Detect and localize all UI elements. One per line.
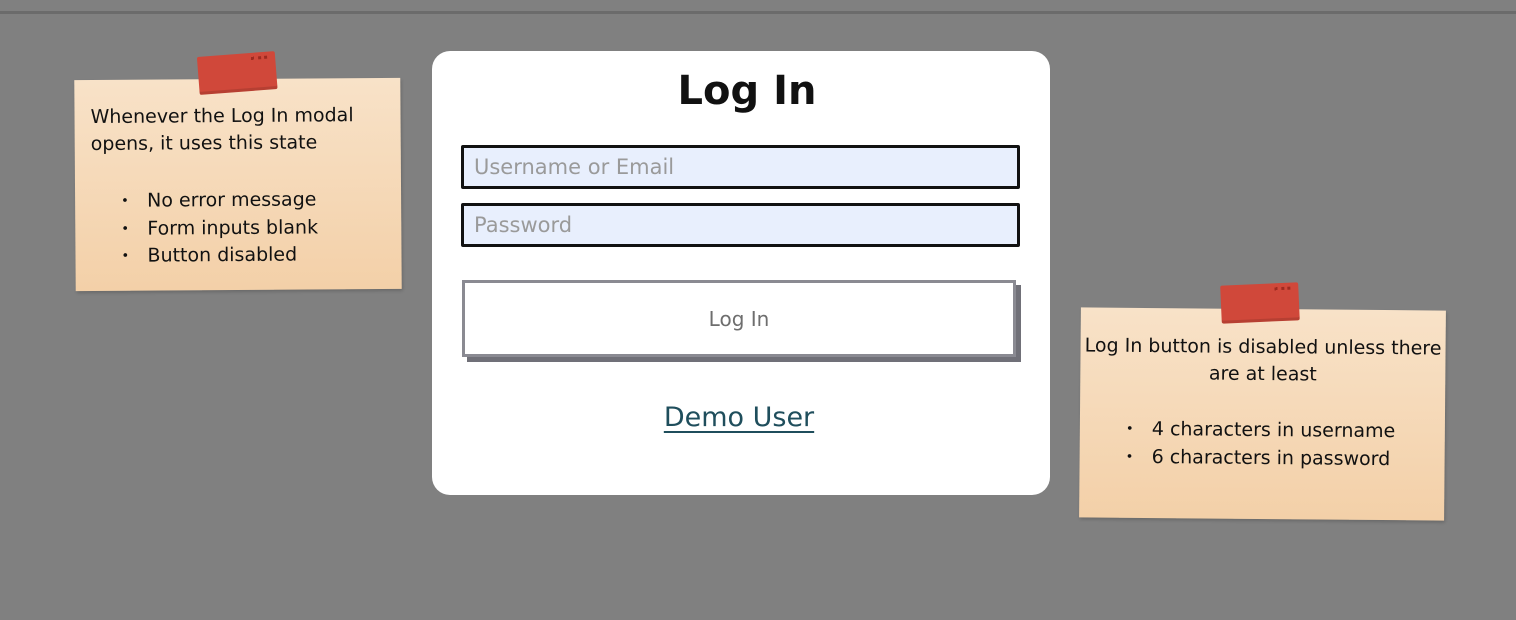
login-modal: Log In Log In Demo User [432, 51, 1050, 495]
username-field-wrapper [461, 145, 1020, 189]
list-item: No error message [115, 186, 318, 215]
password-field-wrapper [461, 203, 1020, 247]
modal-title: Log In [677, 68, 817, 114]
password-input[interactable] [464, 206, 1017, 244]
tape-icon [196, 51, 278, 95]
sticky-note-modal-state: Whenever the Log In modal opens, it uses… [74, 51, 402, 292]
list-item: Button disabled [115, 241, 318, 270]
list-item: 4 characters in username [1120, 416, 1396, 446]
note-list: No error message Form inputs blank Butto… [115, 186, 318, 270]
top-divider [0, 11, 1516, 14]
demo-user-link[interactable]: Demo User [432, 401, 1046, 435]
tape-icon [1220, 282, 1300, 324]
username-input[interactable] [464, 148, 1017, 186]
list-item: 6 characters in password [1119, 443, 1395, 473]
list-item: Form inputs blank [115, 214, 318, 243]
note-list: 4 characters in username 6 characters in… [1119, 416, 1396, 473]
note-text: Log In button is disabled unless there a… [1084, 334, 1442, 386]
login-button[interactable]: Log In [462, 280, 1016, 357]
sticky-note-button-rules: Log In button is disabled unless there a… [1079, 282, 1446, 521]
note-text: Whenever the Log In modal opens, it uses… [90, 104, 354, 156]
